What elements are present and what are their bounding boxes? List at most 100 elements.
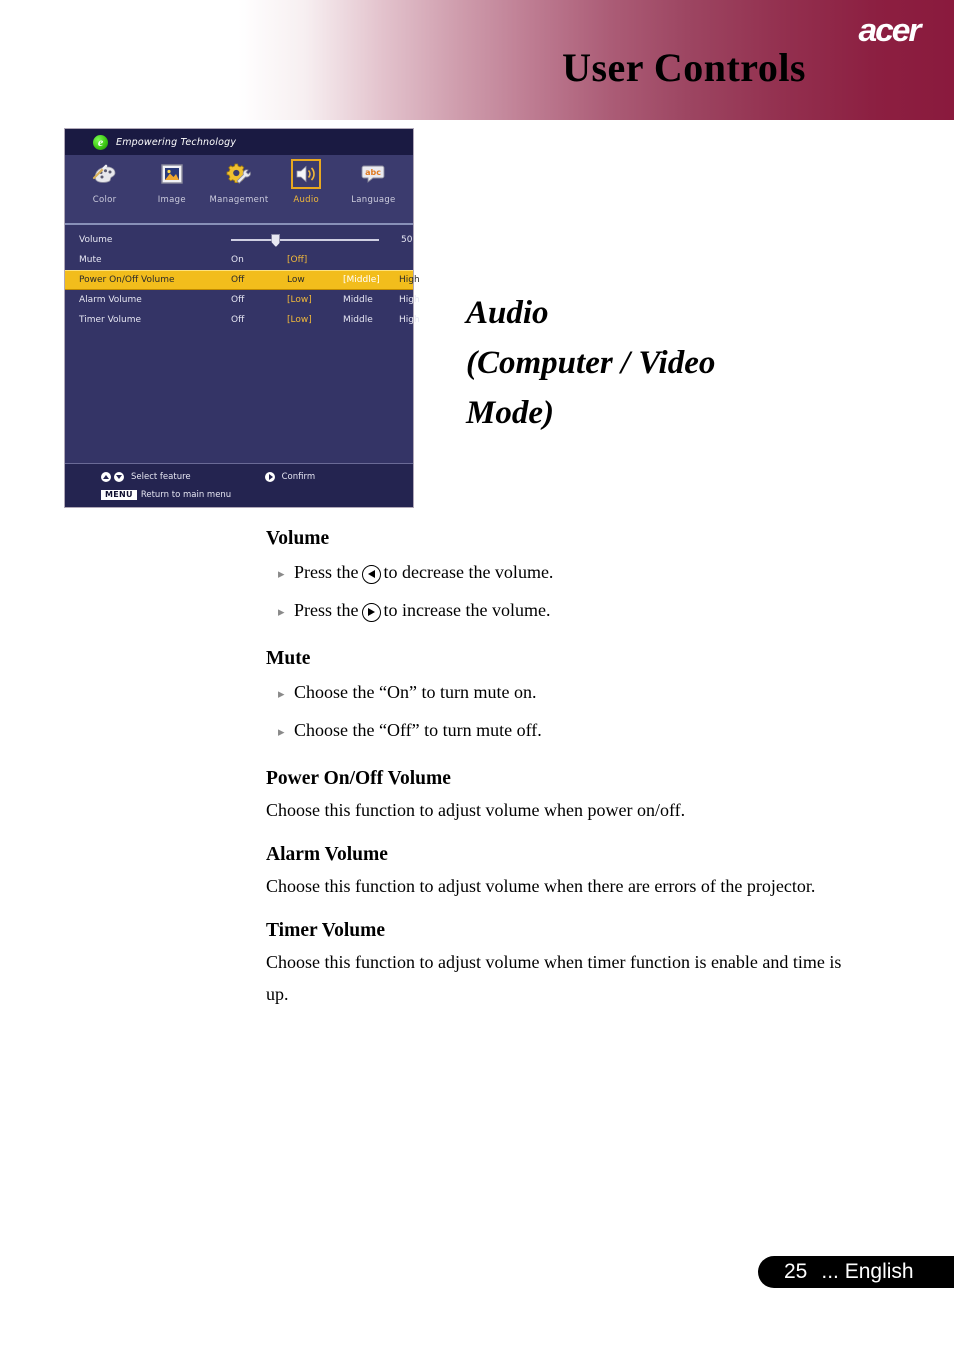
section-heading: Audio (Computer / Video Mode) [466, 288, 816, 438]
confirm-hint: Confirm [264, 472, 316, 482]
speaker-icon [291, 159, 322, 189]
empowering-technology-label: Empowering Technology [116, 136, 237, 148]
volume-slider-track[interactable] [231, 234, 379, 247]
osd-row-label: Timer Volume [79, 315, 142, 325]
osd-option[interactable]: Off [231, 275, 287, 285]
osd-option-selected[interactable]: [Low] [287, 295, 343, 305]
osd-tab-label: Language [351, 195, 396, 205]
osd-row-mute[interactable]: Mute On [Off] [65, 250, 413, 270]
osd-row-label: Volume [79, 235, 113, 245]
osd-settings-list: Volume 50 Mute On [Off] Power On/Off Vol… [65, 225, 420, 330]
osd-option[interactable]: Low [287, 275, 343, 285]
arrow-down-icon [114, 472, 124, 482]
bullet-item: ▸ Choose the “Off” to turn mute off. [266, 712, 866, 750]
arrow-right-icon [264, 472, 275, 482]
page-header: User Controls acer [0, 0, 954, 120]
footer-language: ... English [821, 1260, 914, 1283]
osd-option-selected[interactable]: [Low] [287, 315, 343, 325]
right-arrow-key-icon [361, 602, 381, 622]
section-alarm-volume: Alarm Volume Choose this function to adj… [266, 844, 866, 902]
osd-topbar: e Empowering Technology [65, 129, 413, 155]
osd-tab-label: Image [157, 195, 186, 205]
content-body: Volume ▸ Press the to decrease the volum… [266, 528, 866, 1028]
section-title: Volume [266, 528, 330, 549]
osd-option[interactable]: High [399, 275, 455, 285]
abc-bubble-icon: abc [358, 159, 388, 189]
osd-option[interactable]: High [399, 315, 455, 325]
osd-option[interactable]: Off [231, 315, 287, 325]
svg-text:abc: abc [365, 168, 381, 177]
bullet-arrow-icon: ▸ [278, 604, 285, 619]
bullet-text-pre: Press the [294, 600, 359, 620]
osd-tab-management[interactable]: Management [205, 159, 272, 205]
select-feature-hint: Select feature [101, 472, 191, 482]
osd-row-volume[interactable]: Volume 50 [65, 230, 413, 250]
section-timer-volume: Timer Volume Choose this function to adj… [266, 920, 866, 1010]
bullet-item: ▸ Press the to increase the volume. [266, 592, 866, 630]
osd-tab-color[interactable]: Color [71, 159, 138, 205]
page-title: User Controls [562, 45, 806, 90]
osd-option[interactable]: On [231, 255, 287, 265]
bullet-arrow-icon: ▸ [278, 686, 285, 701]
osd-option[interactable]: Middle [343, 315, 399, 325]
section-title: Power On/Off Volume [266, 768, 451, 789]
bullet-text: Choose the “On” to turn mute on. [294, 682, 537, 702]
bullet-text: Choose the “Off” to turn mute off. [294, 720, 542, 740]
gear-wrench-icon [224, 159, 254, 189]
section-heading-line3: Mode) [466, 395, 554, 431]
osd-option[interactable]: Middle [343, 295, 399, 305]
section-paragraph: Choose this function to adjust volume wh… [266, 952, 842, 1004]
osd-row-timer-volume[interactable]: Timer Volume Off [Low] Middle High [65, 310, 420, 330]
picture-icon [157, 159, 187, 189]
menu-key-badge: MENU [101, 489, 137, 501]
osd-hint-line-bottom: MENU Return to main menu [101, 487, 413, 503]
osd-row-label: Power On/Off Volume [79, 275, 175, 285]
volume-slider[interactable]: 50 [231, 234, 413, 247]
bullet-text-post: to increase the volume. [383, 600, 551, 620]
acer-logo: acer [858, 12, 922, 48]
page-number: 25 [784, 1260, 808, 1283]
osd-tab-label: Color [92, 195, 117, 205]
section-title: Mute [266, 648, 311, 669]
bullet-arrow-icon: ▸ [278, 724, 285, 739]
volume-slider-thumb[interactable] [271, 234, 281, 247]
bullet-item: ▸ Choose the “On” to turn mute on. [266, 674, 866, 712]
section-paragraph: Choose this function to adjust volume wh… [266, 800, 686, 820]
return-main-menu-label: Return to main menu [140, 490, 232, 500]
osd-tab-label: Audio [293, 195, 320, 205]
osd-tab-image[interactable]: Image [138, 159, 205, 205]
volume-value: 50 [401, 235, 413, 245]
section-title: Alarm Volume [266, 844, 388, 865]
bullet-arrow-icon: ▸ [278, 566, 285, 581]
bullet-text-post: to decrease the volume. [383, 562, 554, 582]
bullet-item: ▸ Press the to decrease the volume. [266, 554, 866, 592]
osd-tab-audio[interactable]: Audio [273, 159, 340, 205]
osd-option[interactable]: High [399, 295, 455, 305]
section-heading-line1: Audio [466, 295, 549, 331]
osd-option-selected[interactable]: [Off] [287, 255, 343, 265]
section-title: Timer Volume [266, 920, 385, 941]
osd-screenshot: e Empowering Technology Color Image Mana… [64, 128, 420, 508]
osd-tab-language[interactable]: abc Language [340, 159, 407, 205]
confirm-label: Confirm [281, 472, 316, 482]
osd-hint-bar: Select feature Confirm MENU Return to ma… [65, 463, 413, 507]
section-heading-line2: (Computer / Video [466, 345, 716, 381]
left-arrow-key-icon [361, 564, 381, 584]
bullet-text-pre: Press the [294, 562, 359, 582]
section-mute: Mute ▸ Choose the “On” to turn mute on. … [266, 648, 866, 750]
footer-page-indicator: 25 ... English [758, 1256, 954, 1288]
osd-row-alarm-volume[interactable]: Alarm Volume Off [Low] Middle High [65, 290, 420, 310]
osd-row-power-onoff-volume[interactable]: Power On/Off Volume Off Low [Middle] Hig… [65, 270, 420, 290]
osd-option-selected[interactable]: [Middle] [343, 275, 399, 285]
section-volume: Volume ▸ Press the to decrease the volum… [266, 528, 866, 630]
osd-hint-line-top: Select feature Confirm [101, 469, 413, 485]
empowering-e-icon: e [93, 134, 108, 150]
osd-menu-tabs: Color Image Management Audio abc Languag… [65, 155, 413, 225]
select-feature-label: Select feature [131, 472, 191, 482]
section-paragraph: Choose this function to adjust volume wh… [266, 876, 816, 896]
osd-option[interactable]: Off [231, 295, 287, 305]
section-power-onoff-volume: Power On/Off Volume Choose this function… [266, 768, 866, 826]
palette-icon [90, 159, 120, 189]
osd-row-label: Alarm Volume [79, 295, 142, 305]
osd-tab-label: Management [209, 195, 269, 205]
